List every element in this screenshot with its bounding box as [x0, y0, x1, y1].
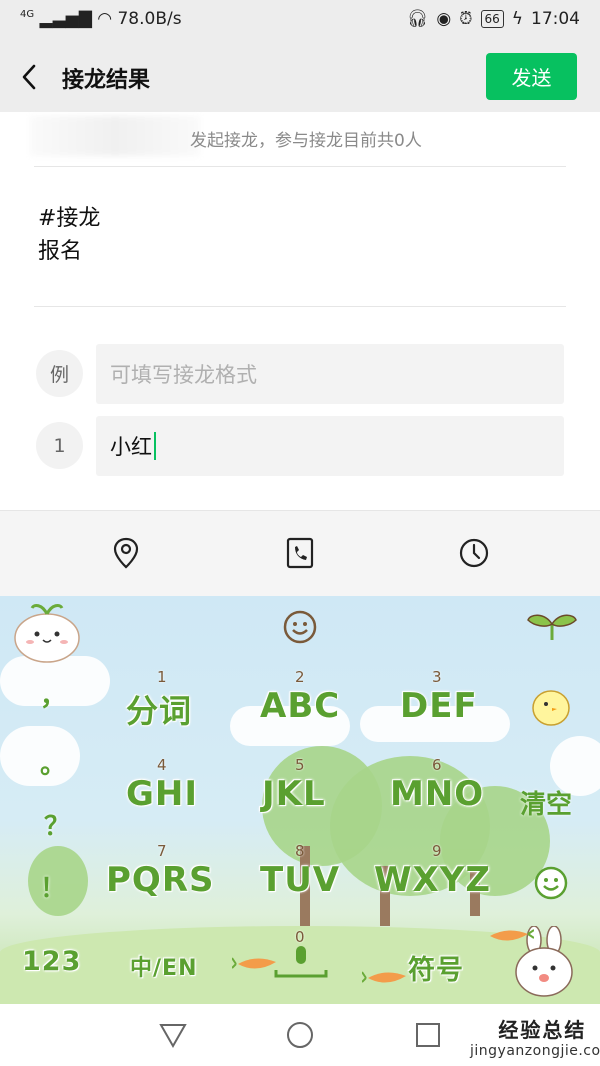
phone-icon[interactable]: [285, 536, 315, 570]
example-placeholder: 可填写接龙格式: [110, 363, 257, 387]
num-key[interactable]: 123: [22, 946, 81, 977]
key-digit: 1: [157, 668, 167, 686]
key-digit: 3: [432, 668, 442, 686]
symbol-key[interactable]: 符号: [408, 948, 464, 987]
status-bar: 4G ▂▃▅▇ ◠ 78.0B/s 🎧︎ ◉ ⏰︎ 66 ϟ 17:04: [0, 0, 600, 40]
headphone-icon: 🎧︎: [406, 9, 429, 29]
status-left: 4G ▂▃▅▇ ◠ 78.0B/s: [20, 9, 182, 29]
status-right: 🎧︎ ◉ ⏰︎ 66 ϟ 17:04: [407, 9, 580, 29]
punct-exclaim[interactable]: ！: [40, 868, 66, 905]
key-ghi[interactable]: GHI: [126, 774, 198, 814]
entry-index: 1: [36, 422, 83, 469]
send-button[interactable]: 发送: [486, 53, 577, 100]
punct-question[interactable]: ？: [44, 806, 70, 843]
key-def[interactable]: DEF: [400, 686, 478, 726]
key-mno[interactable]: MNO: [390, 774, 484, 814]
entry-value: 小红: [110, 435, 152, 459]
emoji-key-icon[interactable]: [534, 866, 568, 900]
clear-key[interactable]: 清空: [520, 784, 572, 821]
topic-line-2: 报名: [38, 239, 83, 264]
keyboard: ， 。 ？ ！ 1 分词 2 ABC 3 DEF 4 GHI 5 JKL 6 M…: [0, 596, 600, 1004]
watermark-url: jingyanzongjie.com: [470, 1043, 600, 1059]
network-type: 4G: [20, 9, 35, 20]
signal-icon: ▂▃▅▇: [39, 9, 92, 29]
text-caret: [154, 432, 156, 460]
back-nav-icon[interactable]: [158, 1020, 188, 1050]
location-icon[interactable]: [111, 536, 141, 570]
emoji-icon[interactable]: [283, 610, 317, 644]
recents-nav-icon[interactable]: [414, 1021, 442, 1049]
info-text: 发起接龙，参与接龙目前共0人: [190, 131, 422, 151]
watermark-title: 经验总结: [498, 1018, 587, 1042]
back-icon[interactable]: [18, 62, 44, 92]
key-digit: 5: [295, 756, 305, 774]
key-digit: 8: [295, 842, 305, 860]
carrot-icon: [362, 971, 406, 983]
punct-comma[interactable]: ，: [40, 676, 66, 713]
mic-icon: [274, 946, 328, 978]
mascot-icon: [14, 604, 80, 663]
battery-level: 66: [480, 10, 504, 28]
key-digit: 7: [157, 842, 167, 860]
topic-line-1: #接龙: [38, 206, 101, 231]
key-pqrs[interactable]: PQRS: [106, 860, 215, 900]
carrot-icon: [490, 929, 534, 941]
space-key[interactable]: [268, 942, 334, 984]
clock-time: 17:04: [531, 9, 580, 29]
example-format-field[interactable]: 可填写接龙格式: [96, 344, 564, 404]
topic-text[interactable]: #接龙 报名: [38, 202, 100, 268]
home-nav-icon[interactable]: [285, 1020, 315, 1050]
key-digit: 9: [432, 842, 442, 860]
wifi-icon: ◠: [97, 9, 113, 29]
divider: [34, 166, 566, 167]
punct-period[interactable]: 。: [40, 744, 66, 781]
divider: [34, 306, 566, 307]
key-tuv[interactable]: TUV: [260, 860, 340, 900]
chick-icon: [532, 690, 570, 726]
example-index: 例: [36, 350, 83, 397]
key-digit: 2: [295, 668, 305, 686]
watermark: 经验总结 jingyanzongjie.com: [470, 1014, 600, 1059]
key-fenci[interactable]: 分词: [126, 686, 192, 732]
sprout-icon: [527, 614, 577, 640]
key-digit: 6: [432, 756, 442, 774]
key-digit: 4: [157, 756, 167, 774]
alarm-icon: ⏰︎: [459, 9, 473, 29]
key-wxyz[interactable]: WXYZ: [374, 860, 491, 900]
lang-switch-key[interactable]: 中/EN: [130, 950, 197, 982]
page-title: 接龙结果: [62, 68, 151, 93]
blurred-username: [30, 116, 200, 156]
key-jkl[interactable]: JKL: [262, 774, 326, 814]
key-abc[interactable]: ABC: [260, 686, 340, 726]
charging-icon: ϟ: [511, 9, 523, 29]
net-speed: 78.0B/s: [117, 9, 182, 29]
eye-icon: ◉: [436, 9, 452, 29]
entry-input[interactable]: 小红: [96, 416, 564, 476]
clock-icon[interactable]: [459, 536, 489, 570]
